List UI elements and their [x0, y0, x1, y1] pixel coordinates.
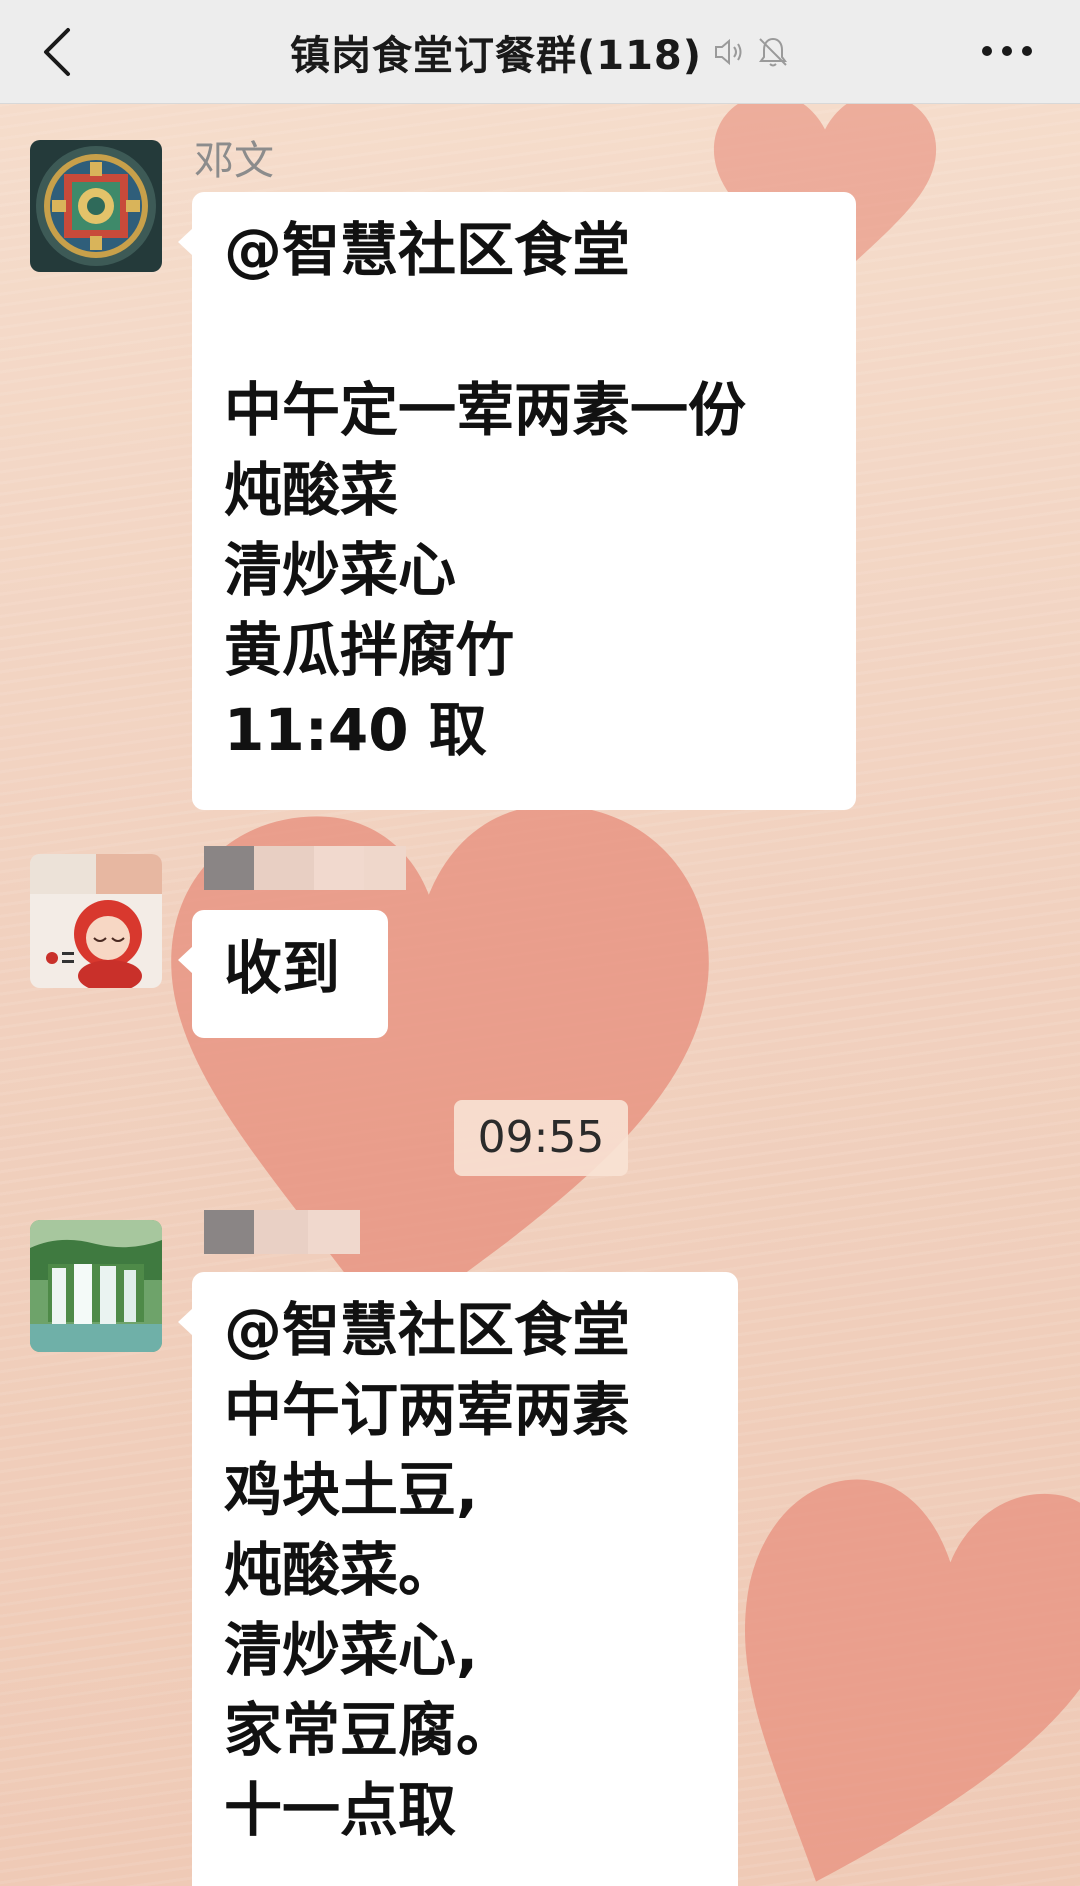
message-line: 中午订两荤两素: [224, 1376, 631, 1444]
message-line: 收到: [224, 934, 341, 1002]
speaker-icon: [715, 38, 742, 66]
background-heart-bottom: [745, 1479, 1080, 1882]
message-line: 清炒菜心,: [224, 1616, 479, 1684]
message-line: 炖酸菜。: [224, 1536, 457, 1604]
message-line: 清炒菜心: [224, 536, 457, 604]
avatar-mandala[interactable]: [30, 140, 162, 272]
message-line: @智慧社区食堂: [224, 216, 631, 284]
message-bubble[interactable]: @智慧社区食堂 中午定一荤两素一份 炖酸菜 清炒菜心 黄瓜拌腐竹 11:40 取: [178, 192, 856, 810]
more-icon[interactable]: [978, 42, 1036, 60]
message-line: 黄瓜拌腐竹: [224, 616, 515, 684]
sender-name: 邓文: [194, 138, 274, 184]
message-line: 家常豆腐。: [224, 1696, 515, 1764]
message-line: 十一点取: [224, 1776, 457, 1844]
sender-name-redacted: [204, 846, 406, 890]
message-line: 鸡块土豆,: [224, 1456, 479, 1524]
message-line: 炖酸菜: [224, 456, 399, 524]
mute-bell-icon: [759, 37, 788, 67]
message-line: 中午定一荤两素一份: [224, 376, 747, 444]
message-bubble[interactable]: @智慧社区食堂 中午订两荤两素 鸡块土豆, 炖酸菜。 清炒菜心, 家常豆腐。 十…: [178, 1272, 738, 1886]
message-line: [224, 290, 824, 370]
message-bubble[interactable]: 收到: [178, 910, 388, 1038]
avatar-waterfall[interactable]: [30, 1220, 162, 1352]
timestamp: 09:55: [454, 1100, 628, 1176]
sender-name-redacted: [204, 1210, 360, 1254]
message-line: 11:40 取: [224, 696, 487, 764]
title-bar: 镇岗食堂订餐群(118): [0, 22, 1080, 82]
chat-title[interactable]: 镇岗食堂订餐群(118): [290, 23, 702, 81]
avatar-red-hood-girl[interactable]: [30, 854, 162, 988]
message-line: @智慧社区食堂: [224, 1296, 631, 1364]
chat-header: 镇岗食堂订餐群(118): [0, 0, 1080, 104]
